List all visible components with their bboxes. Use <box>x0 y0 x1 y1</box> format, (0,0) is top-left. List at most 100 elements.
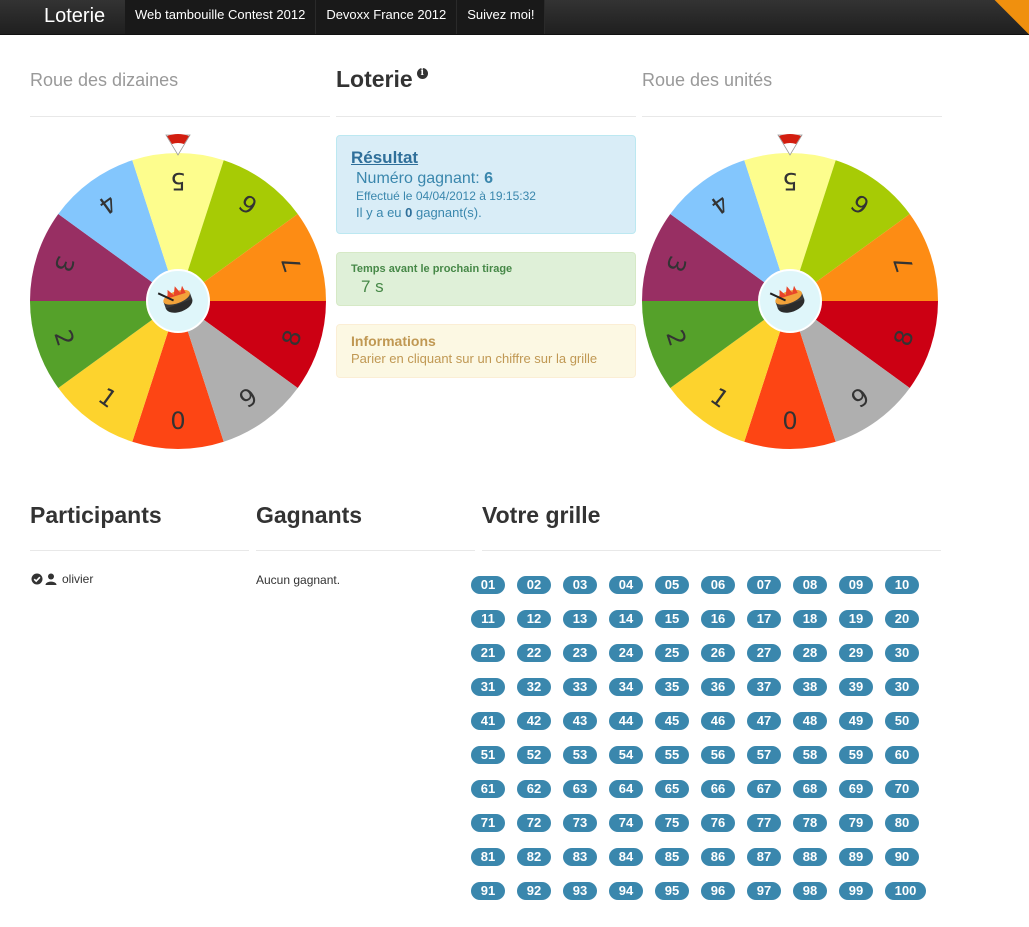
grid-number-badge[interactable]: 59 <box>839 746 873 764</box>
grid-number-badge[interactable]: 03 <box>563 576 597 594</box>
grid-number-badge[interactable]: 32 <box>517 678 551 696</box>
grid-number-badge[interactable]: 12 <box>517 610 551 628</box>
grid-number-badge[interactable]: 52 <box>517 746 551 764</box>
grid-number-badge[interactable]: 15 <box>655 610 689 628</box>
grid-number-badge[interactable]: 89 <box>839 848 873 866</box>
result-title[interactable]: Résultat <box>351 148 621 168</box>
grid-number-badge[interactable]: 16 <box>701 610 735 628</box>
grid-number-badge[interactable]: 42 <box>517 712 551 730</box>
grid-number-badge[interactable]: 02 <box>517 576 551 594</box>
grid-number-badge[interactable]: 49 <box>839 712 873 730</box>
grid-number-badge[interactable]: 63 <box>563 780 597 798</box>
grid-number-badge[interactable]: 72 <box>517 814 551 832</box>
grid-number-badge[interactable]: 82 <box>517 848 551 866</box>
corner-ribbon[interactable] <box>989 0 1029 40</box>
grid-number-badge[interactable]: 50 <box>885 712 919 730</box>
grid-number-badge[interactable]: 54 <box>609 746 643 764</box>
grid-number-badge[interactable]: 29 <box>839 644 873 662</box>
grid-number-badge[interactable]: 60 <box>885 746 919 764</box>
grid-number-badge[interactable]: 90 <box>885 848 919 866</box>
grid-number-badge[interactable]: 79 <box>839 814 873 832</box>
nav-item-suivez-moi[interactable]: Suivez moi! <box>457 0 546 34</box>
grid-number-badge[interactable]: 88 <box>793 848 827 866</box>
grid-number-badge[interactable]: 22 <box>517 644 551 662</box>
grid-number-badge[interactable]: 20 <box>885 610 919 628</box>
grid-number-badge[interactable]: 47 <box>747 712 781 730</box>
grid-number-badge[interactable]: 83 <box>563 848 597 866</box>
grid-number-badge[interactable]: 31 <box>471 678 505 696</box>
grid-number-badge[interactable]: 19 <box>839 610 873 628</box>
grid-number-badge[interactable]: 30 <box>885 644 919 662</box>
grid-number-badge[interactable]: 77 <box>747 814 781 832</box>
grid-number-badge[interactable]: 21 <box>471 644 505 662</box>
grid-number-badge[interactable]: 56 <box>701 746 735 764</box>
grid-number-badge[interactable]: 97 <box>747 882 781 900</box>
grid-number-badge[interactable]: 87 <box>747 848 781 866</box>
grid-number-badge[interactable]: 25 <box>655 644 689 662</box>
grid-number-badge[interactable]: 01 <box>471 576 505 594</box>
grid-number-badge[interactable]: 37 <box>747 678 781 696</box>
grid-number-badge[interactable]: 09 <box>839 576 873 594</box>
grid-number-badge[interactable]: 24 <box>609 644 643 662</box>
grid-number-badge[interactable]: 61 <box>471 780 505 798</box>
nav-item-devoxx[interactable]: Devoxx France 2012 <box>316 0 458 34</box>
info-icon[interactable]: i <box>416 68 428 79</box>
brand-link[interactable]: Loterie <box>44 4 105 28</box>
grid-number-badge[interactable]: 13 <box>563 610 597 628</box>
grid-number-badge[interactable]: 84 <box>609 848 643 866</box>
grid-number-badge[interactable]: 65 <box>655 780 689 798</box>
grid-number-badge[interactable]: 75 <box>655 814 689 832</box>
grid-number-badge[interactable]: 05 <box>655 576 689 594</box>
grid-number-badge[interactable]: 70 <box>885 780 919 798</box>
grid-number-badge[interactable]: 08 <box>793 576 827 594</box>
grid-number-badge[interactable]: 95 <box>655 882 689 900</box>
grid-number-badge[interactable]: 41 <box>471 712 505 730</box>
grid-number-badge[interactable]: 48 <box>793 712 827 730</box>
grid-number-badge[interactable]: 10 <box>885 576 919 594</box>
grid-number-badge[interactable]: 45 <box>655 712 689 730</box>
grid-number-badge[interactable]: 35 <box>655 678 689 696</box>
grid-number-badge[interactable]: 51 <box>471 746 505 764</box>
grid-number-badge[interactable]: 30 <box>885 678 919 696</box>
grid-number-badge[interactable]: 64 <box>609 780 643 798</box>
grid-number-badge[interactable]: 85 <box>655 848 689 866</box>
grid-number-badge[interactable]: 04 <box>609 576 643 594</box>
grid-number-badge[interactable]: 71 <box>471 814 505 832</box>
grid-number-badge[interactable]: 39 <box>839 678 873 696</box>
grid-number-badge[interactable]: 80 <box>885 814 919 832</box>
grid-number-badge[interactable]: 69 <box>839 780 873 798</box>
grid-number-badge[interactable]: 26 <box>701 644 735 662</box>
grid-number-badge[interactable]: 92 <box>517 882 551 900</box>
grid-number-badge[interactable]: 99 <box>839 882 873 900</box>
grid-number-badge[interactable]: 96 <box>701 882 735 900</box>
grid-number-badge[interactable]: 43 <box>563 712 597 730</box>
grid-number-badge[interactable]: 17 <box>747 610 781 628</box>
grid-number-badge[interactable]: 55 <box>655 746 689 764</box>
grid-number-badge[interactable]: 81 <box>471 848 505 866</box>
grid-number-badge[interactable]: 91 <box>471 882 505 900</box>
grid-number-badge[interactable]: 78 <box>793 814 827 832</box>
grid-number-badge[interactable]: 07 <box>747 576 781 594</box>
grid-number-badge[interactable]: 14 <box>609 610 643 628</box>
grid-number-badge[interactable]: 74 <box>609 814 643 832</box>
grid-number-badge[interactable]: 23 <box>563 644 597 662</box>
grid-number-badge[interactable]: 98 <box>793 882 827 900</box>
grid-number-badge[interactable]: 18 <box>793 610 827 628</box>
grid-number-badge[interactable]: 44 <box>609 712 643 730</box>
grid-number-badge[interactable]: 38 <box>793 678 827 696</box>
grid-number-badge[interactable]: 11 <box>471 610 505 628</box>
grid-number-badge[interactable]: 34 <box>609 678 643 696</box>
grid-number-badge[interactable]: 66 <box>701 780 735 798</box>
grid-number-badge[interactable]: 94 <box>609 882 643 900</box>
grid-number-badge[interactable]: 06 <box>701 576 735 594</box>
grid-number-badge[interactable]: 100 <box>885 882 926 900</box>
grid-number-badge[interactable]: 86 <box>701 848 735 866</box>
grid-number-badge[interactable]: 33 <box>563 678 597 696</box>
grid-number-badge[interactable]: 36 <box>701 678 735 696</box>
grid-number-badge[interactable]: 67 <box>747 780 781 798</box>
grid-number-badge[interactable]: 27 <box>747 644 781 662</box>
grid-number-badge[interactable]: 58 <box>793 746 827 764</box>
grid-number-badge[interactable]: 73 <box>563 814 597 832</box>
grid-number-badge[interactable]: 68 <box>793 780 827 798</box>
grid-number-badge[interactable]: 93 <box>563 882 597 900</box>
